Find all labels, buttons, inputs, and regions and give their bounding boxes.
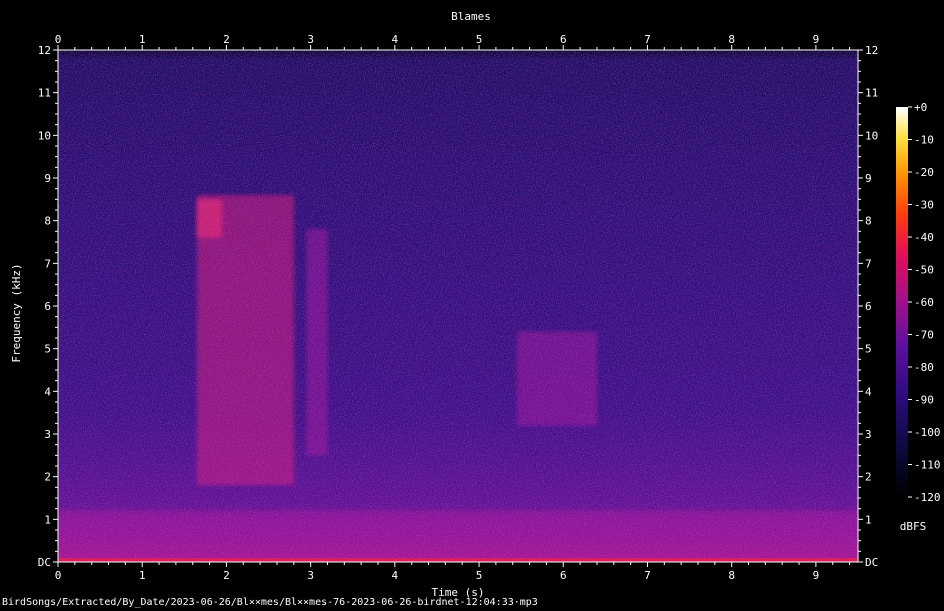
y-tick-label-left: 2 — [44, 471, 51, 484]
colorbar-tick-label: -90 — [914, 394, 934, 407]
y-tick-label-left: 5 — [44, 343, 51, 356]
x-tick-label-bottom: 3 — [307, 569, 314, 582]
colorbar-label: dBFS — [900, 520, 927, 533]
y-tick-label-right: 12 — [865, 44, 878, 57]
y-axis-label: Frequency (kHz) — [10, 263, 23, 362]
colorbar-tick-label: +0 — [914, 101, 927, 114]
colorbar-tick-label: -20 — [914, 166, 934, 179]
y-tick-label-right: 1 — [865, 513, 872, 526]
x-tick-label-top: 4 — [392, 33, 399, 46]
y-tick-label-right: 9 — [865, 172, 872, 185]
colorbar-tick-label: -120 — [914, 491, 941, 504]
x-tick-label-top: 5 — [476, 33, 483, 46]
colorbar-tick-label: -60 — [914, 296, 934, 309]
x-tick-label-top: 9 — [813, 33, 820, 46]
colorbar-ticks: +0 -10 -20 -30 -40 -50 -60 -70 -80 -90 -100 -110 -12… — [908, 101, 941, 504]
colorbar-gradient — [896, 107, 908, 497]
y-tick-label-right: 6 — [865, 300, 872, 313]
x-axis-top: 0 1 2 3 4 5 6 7 8 9 — [55, 33, 851, 50]
x-tick-label-top: 8 — [728, 33, 735, 46]
y-tick-label-right: 11 — [865, 87, 878, 100]
y-tick-label-left: 7 — [44, 257, 51, 270]
y-tick-label-right: 2 — [865, 471, 872, 484]
x-tick-label-bottom: 1 — [139, 569, 146, 582]
y-tick-label-right: 8 — [865, 215, 872, 228]
colorbar-tick-label: -40 — [914, 231, 934, 244]
spectrogram-chart: Blames 0123456789 0123456789 DC123456789… — [10, 10, 941, 599]
colorbar-tick-label: -110 — [914, 459, 941, 472]
file-path-caption: BirdSongs/Extracted/By_Date/2023-06-26/B… — [2, 597, 538, 608]
x-axis-bottom: 0 1 2 3 4 5 6 7 8 9 — [55, 562, 851, 582]
x-tick-label-top: 0 — [55, 33, 62, 46]
y-tick-label-right: DC — [865, 556, 878, 569]
x-tick-label-bottom: 8 — [728, 569, 735, 582]
x-tick-label-bottom: 4 — [392, 569, 399, 582]
dc-energy-band — [58, 558, 858, 562]
colorbar-tick-label: -80 — [914, 361, 934, 374]
x-tick-label-bottom: 9 — [813, 569, 820, 582]
colorbar: +0 -10 -20 -30 -40 -50 -60 -70 -80 -90 -100 -110 -12… — [896, 101, 941, 533]
y-tick-label-left: 1 — [44, 513, 51, 526]
colorbar-tick-label: -50 — [914, 264, 934, 277]
y-tick-label-right: 7 — [865, 257, 872, 270]
x-tick-label-bottom: 6 — [560, 569, 567, 582]
y-tick-label-left: 3 — [44, 428, 51, 441]
chart-title: Blames — [451, 10, 491, 23]
x-tick-label-top: 3 — [307, 33, 314, 46]
x-tick-label-top: 6 — [560, 33, 567, 46]
colorbar-tick-label: -70 — [914, 329, 934, 342]
spectrogram-plot-area — [58, 50, 858, 562]
colorbar-tick-label: -100 — [914, 426, 941, 439]
colorbar-tick-label: -30 — [914, 199, 934, 212]
y-tick-label-right: 10 — [865, 129, 878, 142]
y-tick-label-left: DC — [38, 556, 51, 569]
y-tick-label-left: 12 — [38, 44, 51, 57]
y-axis-right: DC123456789101112 — [858, 44, 878, 569]
x-tick-label-top: 1 — [139, 33, 146, 46]
y-tick-label-right: 5 — [865, 343, 872, 356]
x-tick-label-top: 7 — [644, 33, 651, 46]
x-tick-label-bottom: 2 — [223, 569, 230, 582]
x-tick-label-top: 2 — [223, 33, 230, 46]
y-tick-label-left: 9 — [44, 172, 51, 185]
y-tick-label-right: 4 — [865, 385, 872, 398]
y-axis-left: DC123456789101112 — [38, 44, 58, 569]
x-tick-label-bottom: 0 — [55, 569, 62, 582]
y-tick-label-left: 6 — [44, 300, 51, 313]
y-tick-label-left: 8 — [44, 215, 51, 228]
y-tick-label-right: 3 — [865, 428, 872, 441]
x-tick-label-bottom: 5 — [476, 569, 483, 582]
y-tick-label-left: 10 — [38, 129, 51, 142]
spectrogram-noise — [58, 50, 858, 562]
y-tick-label-left: 11 — [38, 87, 51, 100]
x-tick-label-bottom: 7 — [644, 569, 651, 582]
y-tick-label-left: 4 — [44, 385, 51, 398]
colorbar-tick-label: -10 — [914, 134, 934, 147]
